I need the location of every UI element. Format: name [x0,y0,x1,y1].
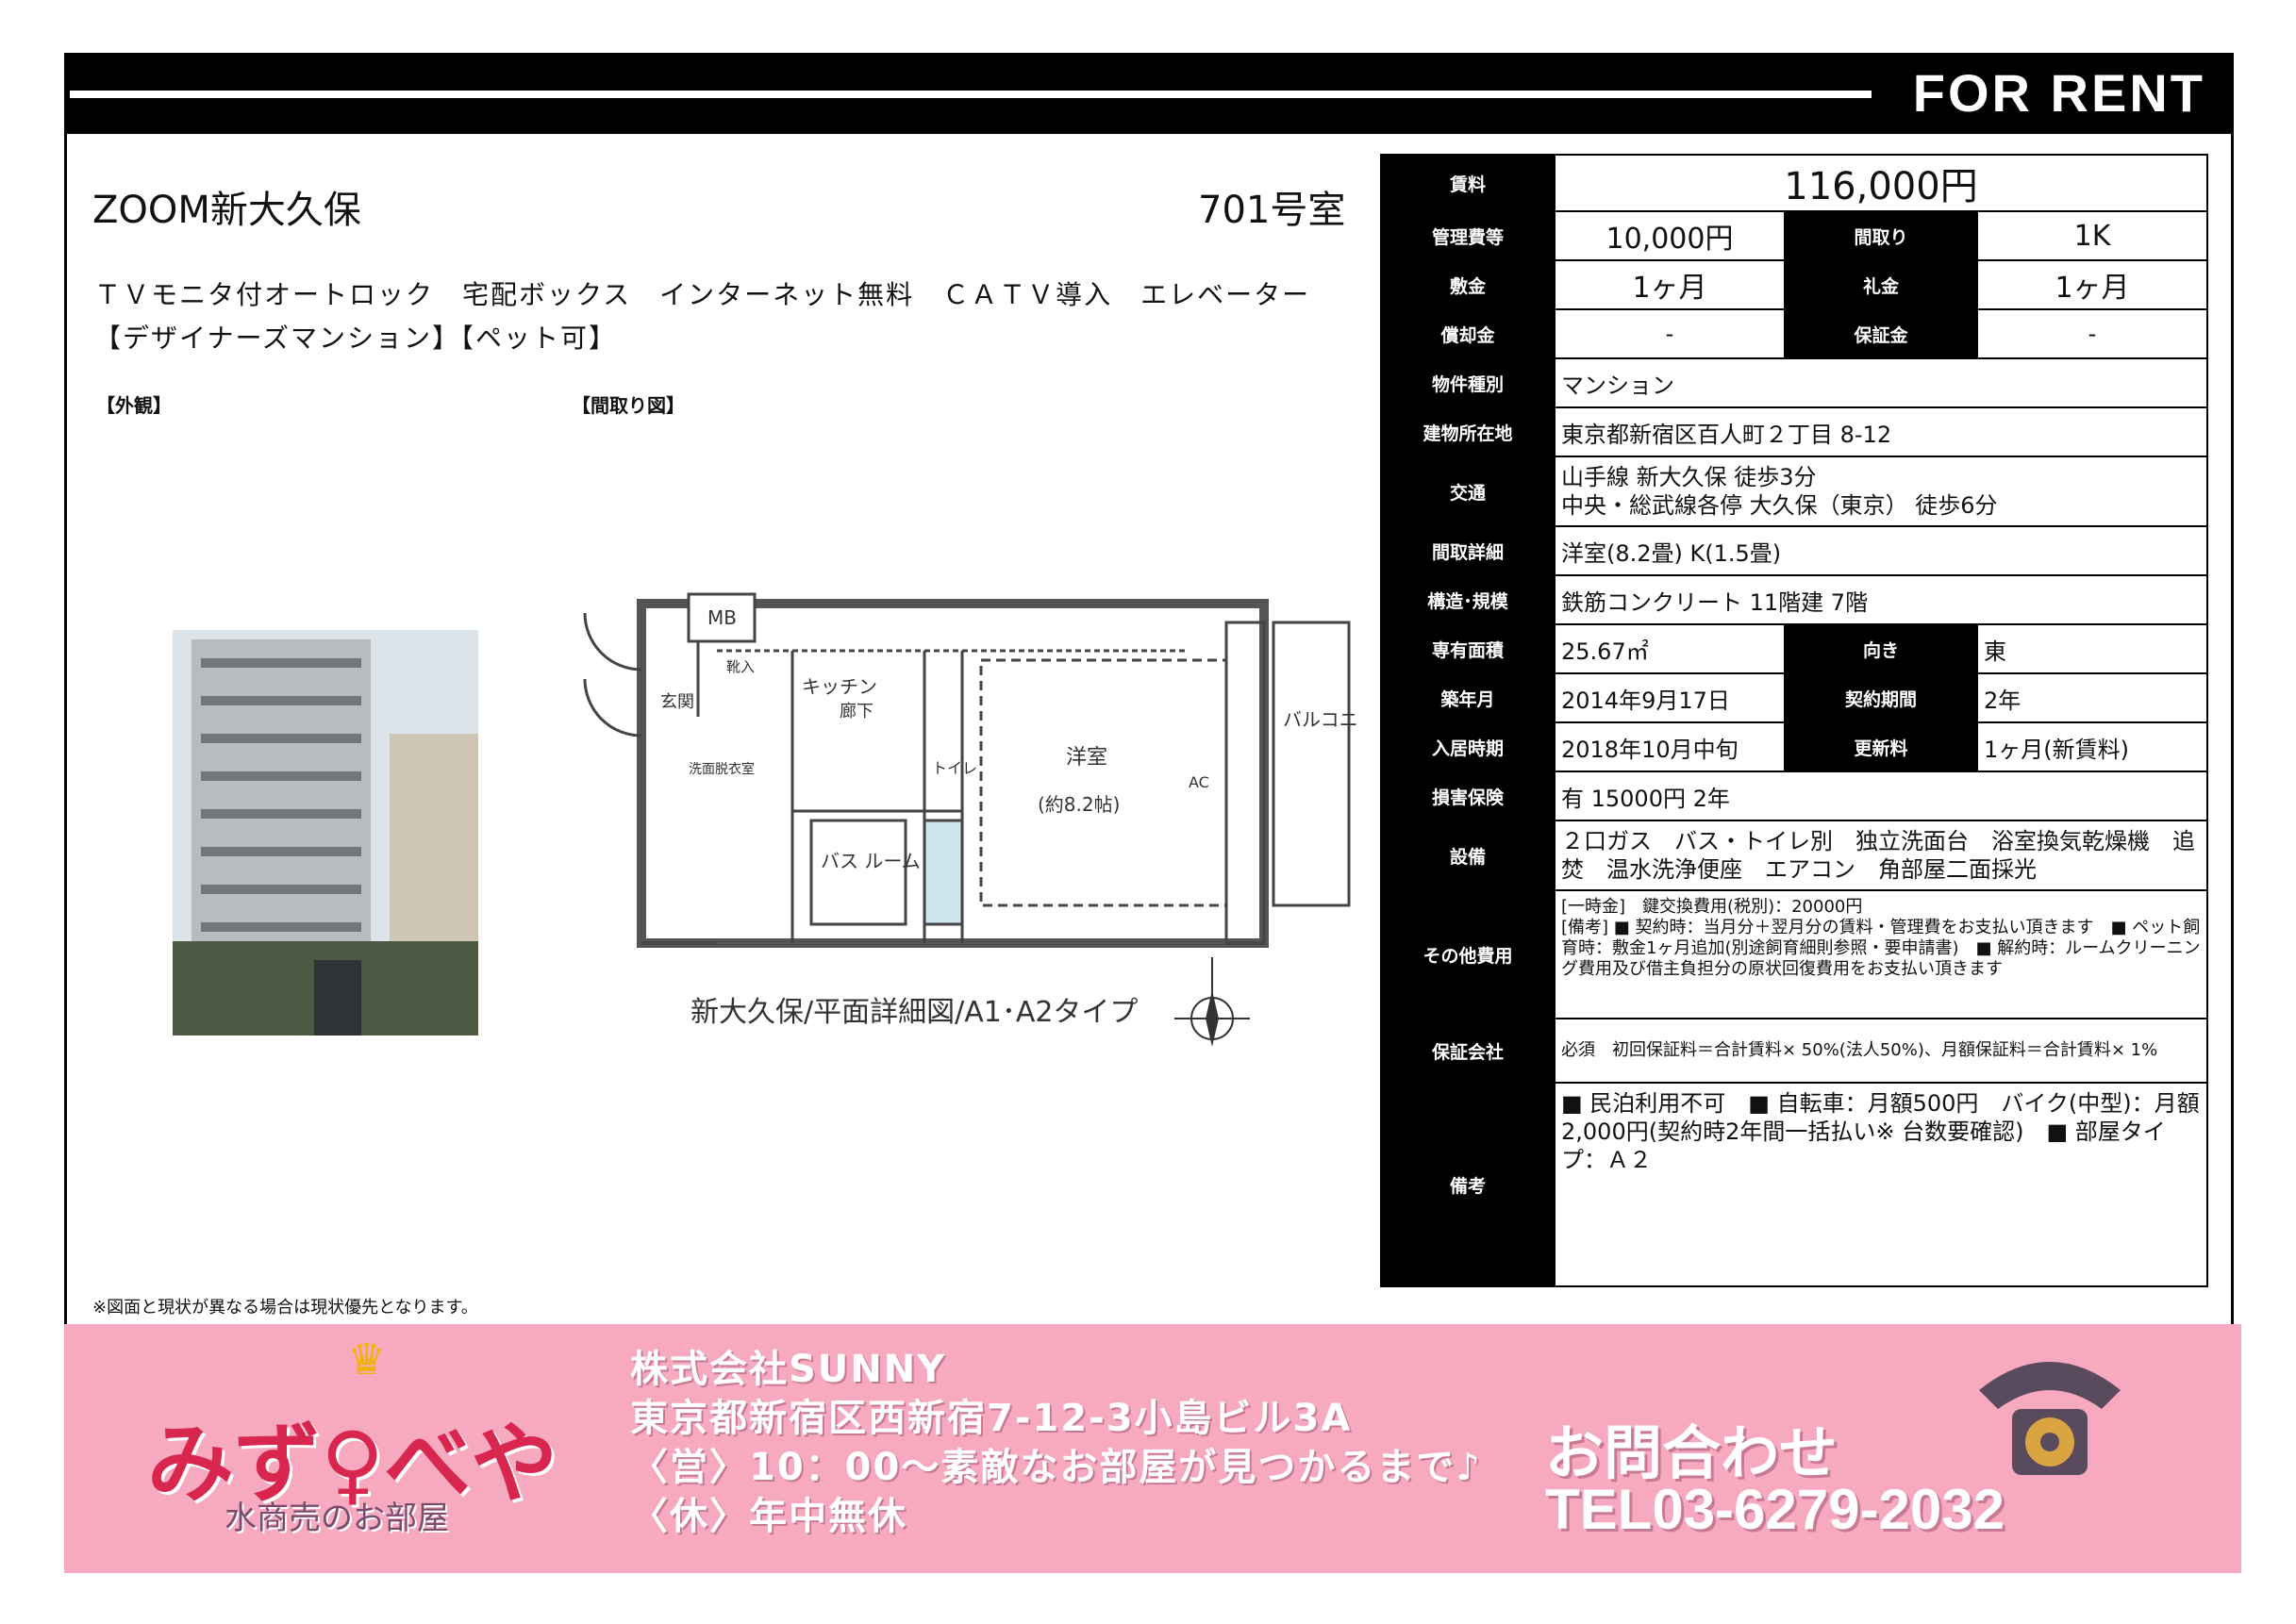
bathroom-label: バス ルーム [821,850,921,872]
mgmt-fee-value: 10,000円 [1554,210,1786,261]
layout-label: 間取り [1784,210,1978,261]
move-in-label: 入居時期 [1380,721,1556,772]
direction-value: 東 [1976,623,2208,674]
business-hours: 〈営〉10：00～素敵なお部屋が見つかるまで♪ [630,1446,1482,1489]
guarantee-money-label: 保証金 [1784,308,1978,359]
compass-icon [1174,957,1250,1047]
deposit-value: 1ヶ月 [1554,259,1786,310]
renewal-fee-value: 1ヶ月(新賃料) [1976,721,2208,772]
guarantor-value: 必須 初回保証料＝合計賃料× 50%(法人50%)、月額保証料＝合計賃料× 1% [1554,1018,2208,1084]
exterior-label: 【外観】 [96,394,172,417]
area-value: 25.67㎡ [1554,623,1786,674]
header-bar: FOR RENT [64,53,2234,134]
insurance-label: 損害保険 [1380,771,1556,821]
access-line-1: 山手線 新大久保 徒歩3分 [1561,464,1817,490]
genkan-label: 玄関 [660,692,694,712]
guarantor-label: 保証会社 [1380,1018,1556,1084]
floorplan-label: 【間取り図】 [572,394,685,417]
floor-plan-caption: 新大久保/平面詳細図/A1･A2タイプ [690,996,1139,1029]
rent-label: 賃料 [1380,154,1556,212]
built-date-value: 2014年9月17日 [1554,672,1786,723]
guarantee-money-value: - [1976,308,2208,359]
contract-term-value: 2年 [1976,672,2208,723]
address-value: 東京都新宿区百人町２丁目 8-12 [1554,406,2208,457]
property-name: ZOOM新大久保 [92,189,361,232]
direction-label: 向き [1784,623,1978,674]
crown-icon: ♛ [347,1334,387,1384]
built-date-label: 築年月 [1380,672,1556,723]
holidays: 〈休〉年中無休 [630,1495,907,1538]
property-spec-table: 賃料 116,000円 管理費等 10,000円 間取り 1K 敷金 1ヶ月 礼… [1380,154,2208,1287]
mgmt-fee-label: 管理費等 [1380,210,1556,261]
balcony-label: バルコニー [1283,708,1358,731]
other-costs-label: その他費用 [1380,889,1556,1019]
renewal-fee-label: 更新料 [1784,721,1978,772]
layout-value: 1K [1976,210,2208,261]
washroom-label: 洗面脱衣室 [689,761,755,777]
corridor-label: 廊下 [840,702,873,721]
other-costs-line-1: [一時金] 鍵交換費用(税別)：20000円 [1561,897,1863,917]
key-money-value: 1ヶ月 [1976,259,2208,310]
phone-number[interactable]: TEL03-6279-2032 [1545,1477,2005,1542]
structure-label: 構造･規模 [1380,574,1556,625]
structure-value: 鉄筋コンクリート 11階建 7階 [1554,574,2208,625]
contract-term-label: 契約期間 [1784,672,1978,723]
kitchen-label: キッチン [802,675,877,698]
insurance-value: 有 15000円 2年 [1554,771,2208,821]
western-room-size: (約8.2帖) [1038,793,1120,816]
remarks-label: 備考 [1380,1082,1556,1287]
equipment-value: ２口ガス バス・トイレ別 独立洗面台 浴室換気乾燥機 追焚 温水洗浄便座 エアコ… [1554,820,2208,891]
room-number: 701号室 [1198,189,1346,232]
other-costs-line-2: [備考] ■ 契約時：当月分＋翌月分の賃料・管理費をお支払い頂きます ■ ペット… [1561,918,2201,979]
telephone-icon [1979,1362,2121,1475]
property-type-value: マンション [1554,357,2208,408]
brand-tagline: 水商売のお部屋 [225,1500,449,1537]
deposit-label: 敷金 [1380,259,1556,310]
move-in-value: 2018年10月中旬 [1554,721,1786,772]
mb-label: MB [707,606,737,629]
agency-banner: ♛ みず♀べや 水商売のお部屋 株式会社SUNNY 東京都新宿区西新宿7-12-… [64,1324,2241,1573]
company-info: 株式会社SUNNY 東京都新宿区西新宿7-12-3小島ビル3A 〈営〉10：00… [630,1345,1482,1541]
exterior-photo [173,630,478,1036]
feature-list: ＴＶモニタ付オートロック 宅配ボックス インターネット無料 ＣＡＴＶ導入 エレベ… [94,273,1310,360]
access-label: 交通 [1380,456,1556,527]
property-type-label: 物件種別 [1380,357,1556,408]
access-value: 山手線 新大久保 徒歩3分 中央・総武線各停 大久保（東京） 徒歩6分 [1554,456,2208,527]
remarks-value: ■ 民泊利用不可 ■ 自転車：月額500円 バイク(中型)：月額2,000円(契… [1554,1082,2208,1287]
key-money-label: 礼金 [1784,259,1978,310]
room-detail-value: 洋室(8.2畳) K(1.5畳) [1554,525,2208,576]
other-costs-value: [一時金] 鍵交換費用(税別)：20000円 [備考] ■ 契約時：当月分＋翌月… [1554,889,2208,1019]
for-rent-label: FOR RENT [1912,63,2205,123]
toilet-label: トイレ [932,759,977,777]
company-address: 東京都新宿区西新宿7-12-3小島ビル3A [630,1397,1353,1440]
access-line-2: 中央・総武線各停 大久保（東京） 徒歩6分 [1561,492,1998,519]
western-room-label: 洋室 [1066,746,1107,770]
amortization-value: - [1554,308,1786,359]
feature-line-2: 【デザイナーズマンション】【ペット可】 [94,323,618,354]
address-label: 建物所在地 [1380,406,1556,457]
company-name: 株式会社SUNNY [630,1348,947,1391]
equipment-label: 設備 [1380,820,1556,891]
rent-value: 116,000円 [1554,154,2208,212]
header-rule [70,91,1872,98]
kutsuire-label: 靴入 [726,658,755,675]
disclaimer-note: ※図面と現状が異なる場合は現状優先となります。 [92,1298,478,1317]
ac-label: AC [1189,773,1209,791]
area-label: 専有面積 [1380,623,1556,674]
amortization-label: 償却金 [1380,308,1556,359]
feature-line-1: ＴＶモニタ付オートロック 宅配ボックス インターネット無料 ＣＡＴＶ導入 エレベ… [94,279,1311,310]
room-detail-label: 間取詳細 [1380,525,1556,576]
